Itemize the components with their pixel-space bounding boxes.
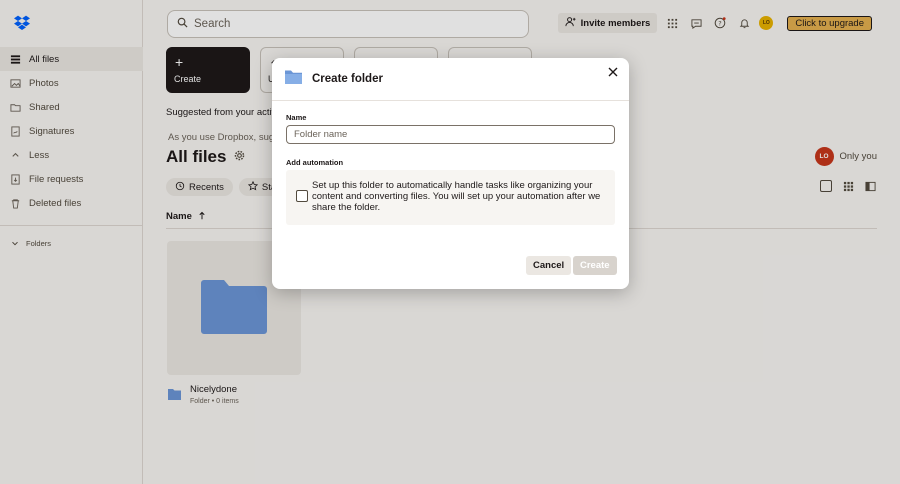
- automation-option[interactable]: Set up this folder to automatically hand…: [286, 170, 615, 225]
- app-root: All files Photos Shared Signatures Less …: [0, 0, 900, 484]
- create-button[interactable]: Create: [573, 256, 617, 275]
- cancel-button[interactable]: Cancel: [526, 256, 572, 275]
- folder-icon: [284, 69, 303, 90]
- dialog-title: Create folder: [312, 73, 383, 85]
- close-icon[interactable]: [607, 66, 619, 78]
- name-field-label: Name: [286, 113, 307, 122]
- automation-checkbox[interactable]: [296, 190, 308, 202]
- automation-label: Add automation: [286, 158, 344, 167]
- dialog-header: Create folder: [272, 58, 629, 101]
- automation-description: Set up this folder to automatically hand…: [312, 180, 601, 213]
- folder-name-input[interactable]: [286, 125, 615, 144]
- create-folder-dialog: Create folder Name Add automation Set up…: [272, 58, 629, 289]
